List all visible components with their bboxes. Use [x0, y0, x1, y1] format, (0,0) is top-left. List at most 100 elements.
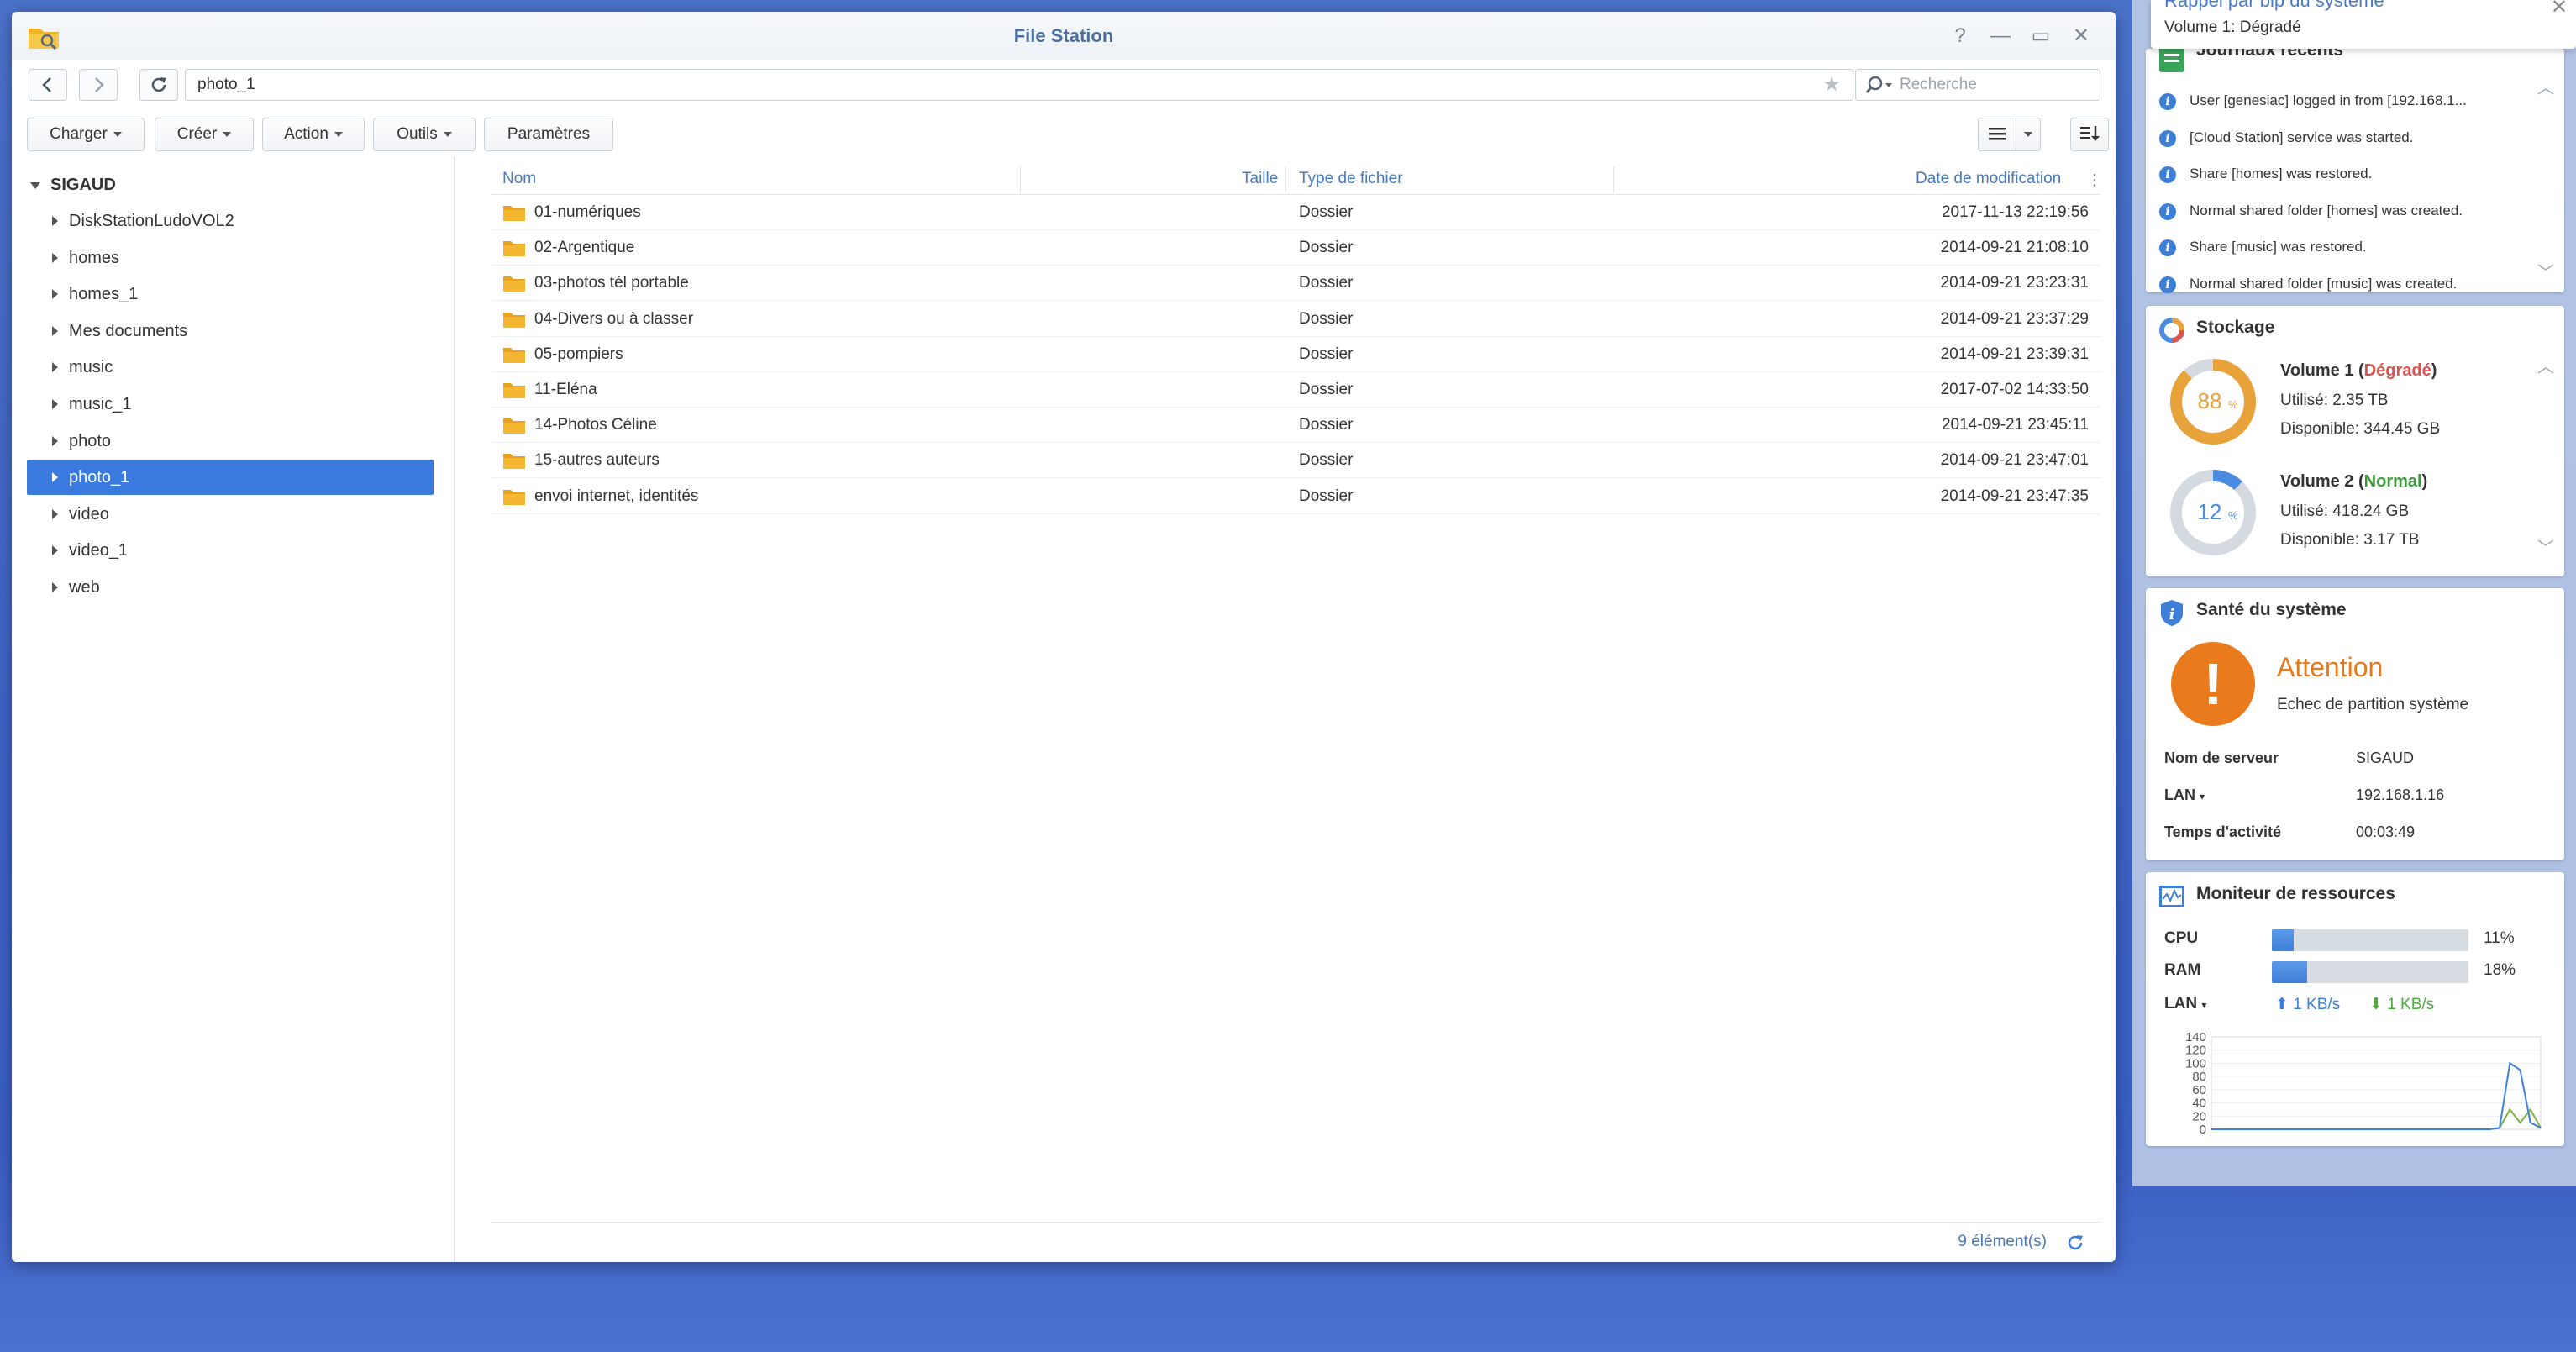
expand-arrow-icon[interactable] — [52, 252, 58, 263]
health-status: Attention — [2277, 652, 2384, 682]
file-row[interactable]: 02-Argentique Dossier 2014-09-21 21:08:10 — [491, 230, 2100, 266]
title-bar[interactable]: File Station ? — ▭ ✕ — [12, 12, 2116, 60]
health-message: Echec de partition système — [2277, 696, 2469, 713]
file-date: 2014-09-21 23:39:31 — [1940, 345, 2089, 363]
column-size[interactable]: Taille — [1242, 163, 1278, 195]
path-field[interactable]: photo_1 ★ — [185, 69, 1853, 101]
info-icon: i — [2159, 129, 2176, 147]
file-row[interactable]: 01-numériques Dossier 2017-11-13 22:19:56 — [491, 195, 2100, 230]
tree-item-music[interactable]: music — [27, 350, 434, 385]
info-icon: i — [2159, 93, 2176, 110]
chevron-down-icon[interactable]: ﹀ — [2537, 259, 2554, 283]
column-name[interactable]: Nom — [502, 163, 536, 195]
expand-arrow-icon[interactable] — [52, 582, 58, 592]
refresh-button[interactable] — [139, 69, 178, 101]
file-row[interactable]: 03-photos tél portable Dossier 2014-09-21 … — [491, 266, 2100, 302]
tree-item-video[interactable]: video — [27, 497, 434, 532]
tree-root[interactable]: SIGAUD — [30, 168, 116, 202]
outils-button[interactable]: Outils — [373, 118, 476, 151]
tree-item-photo-1[interactable]: photo_1 — [27, 460, 434, 496]
column-menu-icon[interactable]: ⋮ — [2087, 168, 2102, 192]
file-row[interactable]: 14-Photos Céline Dossier 2014-09-21 23:45:… — [491, 408, 2100, 444]
sort-button[interactable] — [2070, 118, 2109, 151]
tree-item-label: video — [69, 504, 109, 523]
file-row[interactable]: 11-Eléna Dossier 2017-07-02 14:33:50 — [491, 372, 2100, 408]
file-row[interactable]: 04-Divers ou à classer Dossier 2014-09-21 … — [491, 302, 2100, 337]
chart-tick-label: 20 — [2192, 1109, 2206, 1123]
creer-button[interactable]: Créer — [155, 118, 254, 151]
lan-monitor-dropdown[interactable]: LAN ▾ — [2164, 995, 2206, 1013]
tree-item-video-1[interactable]: video_1 — [27, 533, 434, 568]
maximize-button[interactable]: ▭ — [2027, 22, 2055, 50]
ram-bar — [2272, 961, 2468, 983]
expand-arrow-icon[interactable] — [52, 216, 58, 226]
ram-label: RAM — [2164, 961, 2201, 979]
arrow-down-icon: ⬇ — [2369, 996, 2383, 1013]
file-name: 11-Eléna — [534, 381, 597, 398]
lan-dropdown[interactable]: LAN ▾ — [2164, 786, 2205, 804]
log-text: Share [homes] was restored. — [2190, 166, 2373, 182]
file-row[interactable]: 05-pompiers Dossier 2014-09-21 23:39:31 — [491, 337, 2100, 372]
file-type: Dossier — [1299, 345, 1354, 363]
tree-item-diskstationludovol2[interactable]: DiskStationLudoVOL2 — [27, 203, 434, 239]
chevron-down-icon[interactable]: ﹀ — [2537, 534, 2554, 559]
file-row[interactable]: 15-autres auteurs Dossier 2014-09-21 23:47… — [491, 443, 2100, 479]
expand-arrow-icon[interactable] — [52, 289, 58, 300]
action-button[interactable]: Action — [262, 118, 365, 151]
refresh-icon[interactable] — [2063, 1231, 2087, 1255]
tree-item-homes-1[interactable]: homes_1 — [27, 276, 434, 312]
folder-icon — [503, 489, 525, 505]
expand-arrow-icon[interactable] — [52, 472, 58, 483]
file-date: 2017-11-13 22:19:56 — [1941, 203, 2089, 221]
tree-item-web[interactable]: web — [27, 570, 434, 605]
search-icon — [1865, 76, 1892, 93]
back-button[interactable] — [29, 69, 67, 101]
close-icon[interactable]: ✕ — [2551, 0, 2568, 19]
recent-logs-widget: Journaux récents i User [genesiac] logged… — [2146, 40, 2564, 293]
column-date[interactable]: Date de modification — [1916, 163, 2061, 195]
expand-arrow-icon[interactable] — [52, 508, 58, 519]
list-view-button[interactable] — [1978, 118, 2016, 151]
outils-label: Outils — [397, 125, 438, 143]
forward-button[interactable] — [79, 69, 118, 101]
volume-free: Disponible: 344.45 GB — [2280, 420, 2441, 438]
file-name: 05-pompiers — [534, 345, 623, 363]
column-separator — [1285, 166, 1286, 193]
help-button[interactable]: ? — [1946, 22, 1974, 50]
search-box[interactable] — [1855, 69, 2100, 101]
file-row[interactable]: envoi internet, identités Dossier 2014-09-… — [491, 479, 2100, 514]
tree-item-label: web — [69, 578, 100, 597]
log-text: User [genesiac] logged in from [192.168.… — [2190, 92, 2467, 108]
chart-tick-label: 100 — [2185, 1056, 2206, 1071]
expand-arrow-icon[interactable] — [52, 362, 58, 373]
view-dropdown-button[interactable] — [2016, 118, 2041, 151]
folder-icon — [503, 241, 525, 257]
minimize-button[interactable]: — — [1986, 22, 2015, 50]
volume-usage-donut: 88% — [2170, 359, 2256, 445]
parametres-button[interactable]: Paramètres — [484, 118, 613, 151]
tree-item-label: music — [69, 358, 113, 377]
charger-button[interactable]: Charger — [27, 118, 145, 151]
close-button[interactable]: ✕ — [2067, 22, 2095, 50]
notification-popup[interactable]: Rappel par bip du système Volume 1: Dégr… — [2151, 0, 2576, 49]
tree-item-homes[interactable]: homes — [27, 240, 434, 276]
search-input[interactable] — [1900, 71, 2093, 98]
star-icon[interactable]: ★ — [1822, 70, 1841, 100]
chart-tick-label: 120 — [2185, 1044, 2206, 1058]
tree-item-music-1[interactable]: music_1 — [27, 387, 434, 422]
svg-text:i: i — [2169, 606, 2175, 623]
resource-title: Moniteur de ressources — [2196, 884, 2395, 903]
chevron-up-icon[interactable]: ︿ — [2537, 353, 2554, 377]
tree-item-photo[interactable]: photo — [27, 423, 434, 459]
chevron-up-icon[interactable]: ︿ — [2537, 74, 2554, 98]
expand-arrow-icon[interactable] — [52, 325, 58, 336]
expand-arrow-icon[interactable] — [52, 545, 58, 556]
column-type[interactable]: Type de fichier — [1299, 163, 1403, 195]
cpu-percent: 11% — [2484, 929, 2515, 947]
expand-arrow-icon[interactable] — [52, 399, 58, 409]
tree-item-mes-documents[interactable]: Mes documents — [27, 313, 434, 349]
expand-arrow-icon[interactable] — [52, 435, 58, 446]
notification-title: Rappel par bip du système — [2164, 0, 2384, 11]
info-icon: i — [2159, 239, 2176, 257]
download-rate: 1 KB/s — [2387, 996, 2435, 1013]
